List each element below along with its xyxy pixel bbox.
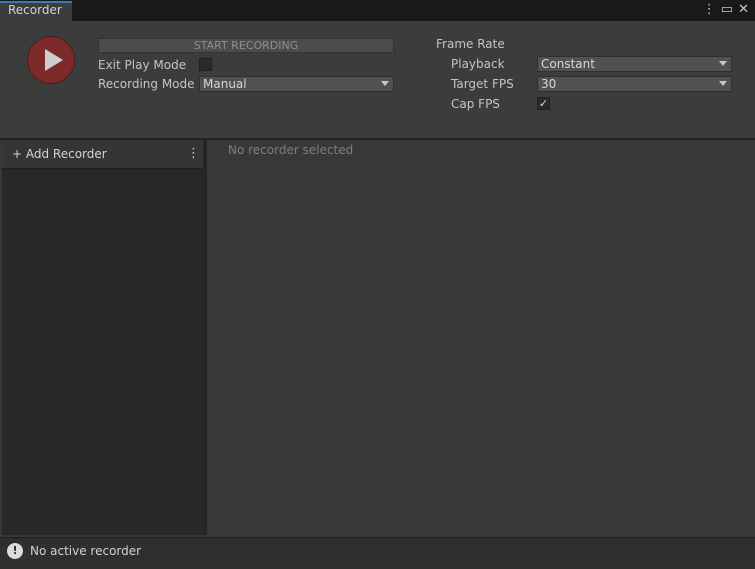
add-recorder-button[interactable]: + Add Recorder <box>12 147 107 161</box>
recorder-details-panel <box>207 140 755 535</box>
window-controls: ⋮ ▭ ✕ <box>698 2 749 17</box>
playback-dropdown[interactable]: Constant <box>537 56 732 72</box>
frame-rate-section-label: Frame Rate <box>436 37 505 51</box>
exit-play-mode-label: Exit Play Mode <box>98 58 187 72</box>
status-text: No active recorder <box>30 544 142 558</box>
recorder-list-panel <box>2 140 203 535</box>
maximize-icon[interactable]: ▭ <box>721 2 733 17</box>
recording-mode-value: Manual <box>203 77 247 91</box>
chevron-down-icon <box>381 81 389 86</box>
recording-mode-label: Recording Mode <box>98 77 195 91</box>
cap-fps-label: Cap FPS <box>451 97 500 111</box>
playback-label: Playback <box>451 57 505 71</box>
start-recording-button[interactable]: START RECORDING <box>98 38 394 53</box>
close-icon[interactable]: ✕ <box>738 2 749 17</box>
recorder-list-menu-icon[interactable]: ⋮ <box>187 146 200 161</box>
checkmark-icon: ✓ <box>538 97 549 110</box>
no-recorder-selected-text: No recorder selected <box>228 143 354 157</box>
target-fps-dropdown[interactable]: 30 <box>537 76 732 92</box>
target-fps-value: 30 <box>541 77 557 91</box>
play-record-button[interactable] <box>27 36 75 84</box>
cap-fps-checkbox[interactable]: ✓ <box>537 97 550 110</box>
play-icon <box>45 49 63 71</box>
exit-play-mode-checkbox[interactable] <box>199 58 212 71</box>
chevron-down-icon <box>719 61 727 66</box>
chevron-down-icon <box>719 81 727 86</box>
recording-mode-dropdown[interactable]: Manual <box>199 76 394 92</box>
tab-recorder-label: Recorder <box>8 3 62 17</box>
info-icon: ! <box>7 543 23 559</box>
playback-value: Constant <box>541 57 595 71</box>
target-fps-label: Target FPS <box>451 77 514 91</box>
kebab-menu-icon[interactable]: ⋮ <box>703 2 716 17</box>
window-title-bar <box>0 0 755 21</box>
